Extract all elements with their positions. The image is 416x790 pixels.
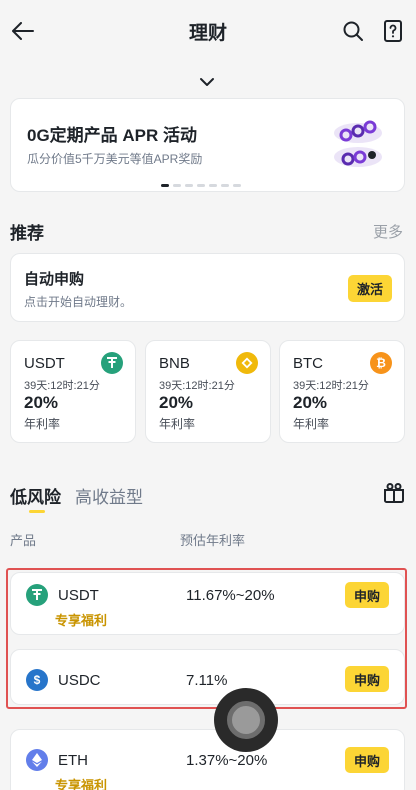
promo-logo-icon xyxy=(329,113,387,175)
usdt-icon xyxy=(101,352,123,374)
coin-rate: 20% xyxy=(293,393,328,412)
more-link[interactable]: 更多 xyxy=(373,221,403,242)
carousel-dot xyxy=(233,184,241,187)
chevron-down-icon[interactable] xyxy=(197,75,217,89)
product-row-eth[interactable]: ETH 专享福利 1.37%~20% 申购 xyxy=(10,729,405,790)
product-apr: 1.37%~20% xyxy=(186,752,268,769)
help-document-icon[interactable] xyxy=(380,18,406,44)
carousel-dot xyxy=(173,184,181,187)
coin-rate: 20% xyxy=(24,393,59,412)
coin-card-bnb[interactable]: BNB 39天:12时:21分 20% 年利率 xyxy=(145,340,271,443)
coin-name: USDT xyxy=(24,355,65,372)
carousel-dot xyxy=(209,184,217,187)
banner-title: 0G定期产品 APR 活动 xyxy=(27,126,198,145)
coin-countdown: 39天:12时:21分 xyxy=(159,380,235,392)
carousel-dot xyxy=(197,184,205,187)
exclusive-benefit-tag: 专享福利 xyxy=(55,778,108,790)
carousel-indicator xyxy=(161,184,241,187)
coin-rate-label: 年利率 xyxy=(159,417,196,431)
coin-rate-label: 年利率 xyxy=(293,417,330,431)
highlight-box xyxy=(6,568,407,709)
product-name: ETH xyxy=(58,752,88,769)
activate-button[interactable]: 激活 xyxy=(348,275,392,302)
coin-name: BTC xyxy=(293,355,323,372)
coin-countdown: 39天:12时:21分 xyxy=(293,380,369,392)
top-bar: 理财 xyxy=(0,0,416,62)
coin-card-usdt[interactable]: USDT 39天:12时:21分 20% 年利率 xyxy=(10,340,136,443)
tab-low-risk[interactable]: 低风险 xyxy=(10,483,61,513)
subscribe-button[interactable]: 申购 xyxy=(345,747,389,773)
coin-name: BNB xyxy=(159,355,190,372)
coin-countdown: 39天:12时:21分 xyxy=(24,380,100,392)
column-header-product: 产品 xyxy=(10,533,37,548)
coin-card-btc[interactable]: BTC 39天:12时:21分 20% 年利率 ₿ xyxy=(279,340,405,443)
eth-icon xyxy=(26,749,48,771)
floating-button-core xyxy=(227,701,265,739)
auto-subscribe-title: 自动申购 xyxy=(24,271,85,288)
gift-icon[interactable] xyxy=(382,481,406,505)
coin-rate-label: 年利率 xyxy=(24,417,61,431)
risk-tabs: 低风险 高收益型 xyxy=(10,483,143,513)
tab-high-yield[interactable]: 高收益型 xyxy=(75,483,143,508)
column-header-apr: 预估年利率 xyxy=(180,533,246,548)
carousel-dot xyxy=(185,184,193,187)
promo-banner[interactable]: 0G定期产品 APR 活动 瓜分价值5千万美元等值APR奖励 xyxy=(10,98,405,192)
carousel-dot xyxy=(161,184,169,187)
coin-rate: 20% xyxy=(159,393,194,412)
auto-subscribe-subtitle: 点击开始自动理财。 xyxy=(24,295,133,309)
banner-subtitle: 瓜分价值5千万美元等值APR奖励 xyxy=(27,152,203,166)
search-icon[interactable] xyxy=(340,18,366,44)
page-title: 理财 xyxy=(188,22,227,44)
floating-assistive-button[interactable] xyxy=(214,688,278,752)
btc-icon: ₿ xyxy=(370,352,392,374)
back-arrow-icon[interactable] xyxy=(10,18,36,44)
carousel-dot xyxy=(221,184,229,187)
bnb-icon xyxy=(236,352,258,374)
auto-subscribe-card[interactable]: 自动申购 点击开始自动理财。 激活 xyxy=(10,253,405,322)
section-title-recommend: 推荐 xyxy=(10,224,44,243)
